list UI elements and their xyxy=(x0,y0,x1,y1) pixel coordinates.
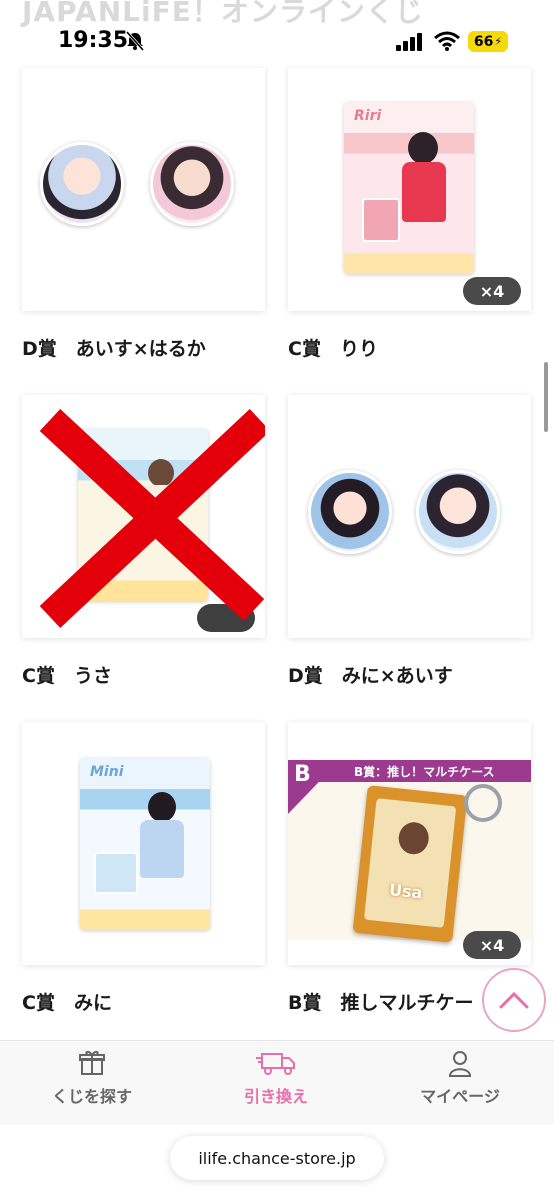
can-badge-mini xyxy=(308,470,392,554)
item-label: B賞 推しマルチケー xyxy=(288,992,474,1014)
person-icon xyxy=(448,1051,472,1077)
stand-name-mini: Mini xyxy=(90,764,124,780)
product-card-c-usa[interactable] xyxy=(22,395,265,638)
truck-icon xyxy=(256,1053,295,1075)
status-bar: 19:35 66 ⚡ xyxy=(0,0,554,60)
item-label: D賞 みに×あいす xyxy=(288,665,453,687)
chevron-up-icon xyxy=(499,991,529,1009)
product-card-d-mini-aisu[interactable] xyxy=(288,395,531,638)
tab-label-exchange: 引き換え xyxy=(243,1087,308,1106)
acrylic-stand-riri: Riri xyxy=(344,102,474,274)
tab-my-page[interactable]: マイページ xyxy=(380,1049,540,1119)
tab-label-find: くじを探す xyxy=(51,1087,132,1106)
figure-hair xyxy=(408,132,438,164)
tab-exchange[interactable]: 引き換え xyxy=(196,1049,356,1119)
quantity-badge: ×4 xyxy=(463,931,521,959)
tab-find-kuji[interactable]: くじを探す xyxy=(12,1049,172,1119)
figure-hair xyxy=(148,792,176,822)
can-badge-aisu xyxy=(40,142,124,226)
sold-out-cross-icon xyxy=(39,409,265,628)
stand-name-riri: Riri xyxy=(354,108,382,124)
browser-address-bar[interactable]: ilife.chance-store.jp xyxy=(170,1136,384,1180)
acrylic-stand-mini: Mini xyxy=(80,758,210,930)
item-label: C賞 うさ xyxy=(22,665,112,687)
battery-indicator: 66 ⚡ xyxy=(468,31,508,52)
can-badge-haruka xyxy=(150,142,234,226)
scrollbar[interactable] xyxy=(544,362,548,432)
stand-base-piece xyxy=(94,852,138,894)
battery-level: 66 xyxy=(473,33,494,50)
bell-muted-icon xyxy=(125,31,145,51)
product-card-c-mini[interactable]: Mini xyxy=(22,722,265,965)
product-card-b-multi-case[interactable]: B賞：推し！マルチケース B Usa ×4 xyxy=(288,722,531,965)
multi-case-image: Usa xyxy=(352,785,468,943)
url-text: ilife.chance-store.jp xyxy=(198,1148,356,1168)
can-badge-aisu xyxy=(416,470,500,554)
figure-dress xyxy=(402,162,446,222)
tab-label-mypage: マイページ xyxy=(420,1087,500,1106)
product-card-c-riri[interactable]: Riri ×4 xyxy=(288,68,531,311)
gift-icon xyxy=(79,1050,105,1075)
scroll-to-top-button[interactable] xyxy=(482,968,546,1032)
charging-icon: ⚡ xyxy=(494,35,503,48)
wifi-icon xyxy=(434,31,460,51)
item-label: C賞 みに xyxy=(22,992,112,1014)
item-label: C賞 りり xyxy=(288,338,378,360)
case-name-usa: Usa xyxy=(388,880,424,903)
figure-dress xyxy=(140,820,184,878)
item-label: D賞 あいす×はるか xyxy=(22,338,206,360)
key-ring xyxy=(464,784,502,822)
quantity-badge: ×4 xyxy=(463,277,521,305)
signal-icon xyxy=(396,33,422,51)
bottom-tab-bar: くじを探す 引き換え マイページ xyxy=(0,1040,554,1125)
figure-hair xyxy=(397,820,431,856)
product-card-d-aisu-haruka[interactable] xyxy=(22,68,265,311)
prize-banner-text: B賞：推し！マルチケース xyxy=(354,765,495,779)
case-window: Usa xyxy=(363,798,457,928)
prize-letter: B xyxy=(294,762,311,787)
stand-base-piece xyxy=(362,198,400,242)
status-time: 19:35 xyxy=(58,28,129,53)
